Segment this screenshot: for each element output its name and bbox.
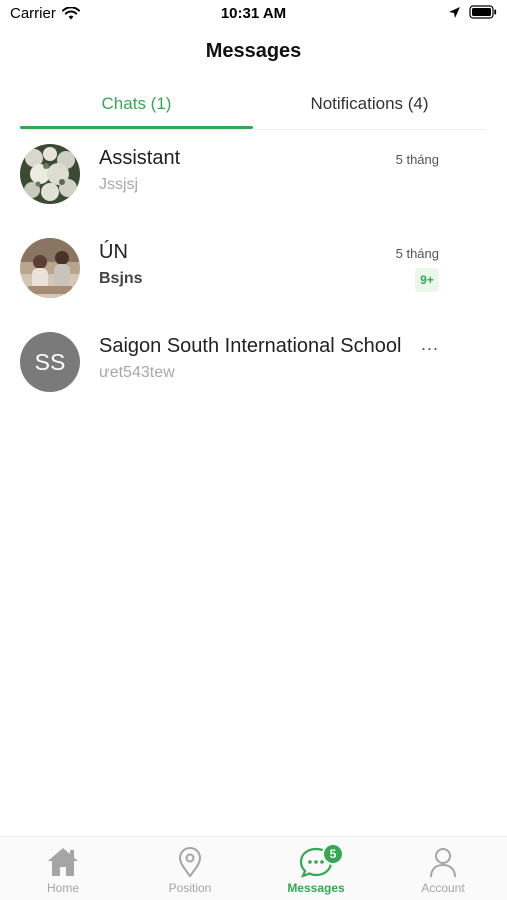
chat-item-assistant[interactable]: Assistant Jssjsj 5 tháng	[20, 144, 486, 214]
chat-time: 5 tháng	[395, 152, 439, 167]
nav-label: Home	[46, 881, 79, 895]
avatar	[20, 238, 80, 298]
battery-icon	[469, 5, 497, 19]
unread-count-badge: 9+	[415, 268, 439, 292]
tab-notifications[interactable]: Notifications (4)	[253, 84, 486, 128]
home-icon	[43, 845, 83, 879]
avatar-flowers-image	[20, 144, 80, 204]
avatar-people-image	[20, 238, 80, 298]
status-right	[448, 5, 497, 19]
chat-name: Assistant	[99, 147, 181, 169]
status-bar: Carrier 10:31 AM	[0, 0, 507, 28]
avatar	[20, 144, 80, 204]
nav-label: Messages	[287, 881, 345, 895]
nav-position[interactable]: Position	[127, 845, 253, 899]
chat-name: Saigon South International School	[99, 335, 402, 357]
page-title: Messages	[205, 40, 302, 62]
bottom-nav: Home Position 5 Messages Account	[0, 836, 507, 900]
chat-preview: Jssjsj	[99, 176, 139, 193]
avatar-initials: SS	[20, 332, 80, 392]
tab-chats[interactable]: Chats (1)	[20, 84, 253, 128]
messages-count-badge: 5	[322, 843, 344, 865]
chat-time: 5 tháng	[395, 246, 439, 261]
tab-active-indicator	[20, 126, 253, 129]
nav-label: Account	[421, 881, 465, 895]
nav-label: Position	[168, 881, 212, 895]
chat-item-un[interactable]: ÚN Bsjns 5 tháng 9+	[20, 238, 486, 308]
chat-bubble-icon: 5	[296, 843, 344, 879]
location-arrow-icon	[449, 6, 460, 18]
chat-item-saigon-south[interactable]: SS Saigon South International School ưet…	[20, 332, 486, 402]
more-ellipsis: ...	[420, 334, 439, 354]
chat-name: ÚN	[99, 241, 128, 263]
tab-bar: Chats (1) Notifications (4)	[20, 84, 486, 130]
nav-account[interactable]: Account	[380, 845, 506, 899]
chat-preview: Bsjns	[99, 270, 143, 287]
status-time: 10:31 AM	[220, 5, 287, 22]
chat-preview: ưet543tew	[99, 364, 175, 381]
location-pin-icon	[170, 845, 210, 879]
nav-home[interactable]: Home	[0, 845, 126, 899]
nav-messages[interactable]: 5 Messages	[253, 843, 379, 899]
user-icon	[423, 845, 463, 879]
